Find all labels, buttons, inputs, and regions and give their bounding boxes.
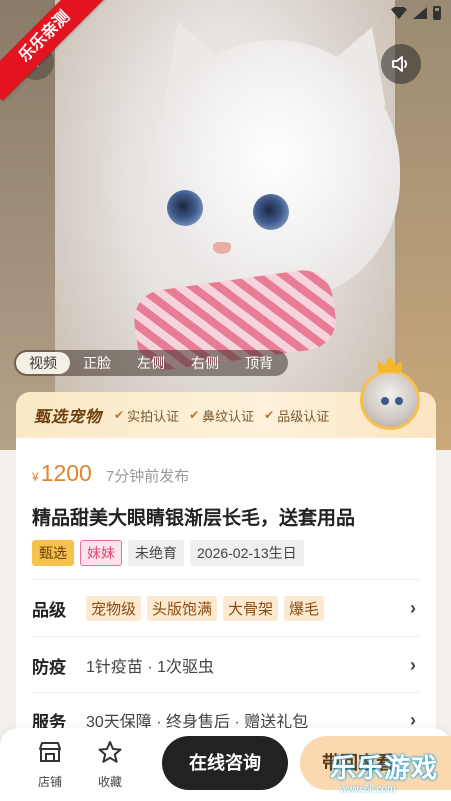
cat-nose xyxy=(213,242,231,254)
tag-selected: 甄选 xyxy=(32,540,74,566)
avatar-eye xyxy=(395,397,403,405)
listing-title: 精品甜美大眼睛银渐层长毛，送套用品 xyxy=(32,508,356,529)
row-label: 防疫 xyxy=(32,657,66,677)
tag-list: 甄选 妹妹 未绝育 2026-02-13生日 xyxy=(32,540,304,566)
signal-icon xyxy=(413,7,427,19)
quality-tag: 头版饱满 xyxy=(147,595,218,621)
quality-row[interactable]: 品级 宠物级 头版饱满 大骨架 爆毛 › xyxy=(32,580,420,636)
chevron-right-icon: › xyxy=(410,654,416,675)
cert-grade: ✔ 品级认证 xyxy=(264,406,329,425)
seller-avatar[interactable] xyxy=(358,356,422,430)
consult-button[interactable]: 在线咨询 xyxy=(162,736,288,790)
shop-icon xyxy=(39,742,61,762)
status-bar xyxy=(391,6,441,20)
tag-birthday: 2026-02-13生日 xyxy=(190,540,304,566)
tab-front[interactable]: 正脸 xyxy=(70,352,124,374)
tag-neuter: 未绝育 xyxy=(128,540,184,566)
banner-title: 甄选宠物 xyxy=(34,409,103,426)
speaker-icon xyxy=(392,56,408,72)
cert-photo: ✔ 实拍认证 xyxy=(114,406,179,425)
star-icon xyxy=(98,741,122,763)
avatar-eye xyxy=(381,397,389,405)
vaccine-row[interactable]: 防疫 1针疫苗 · 1次驱虫 › xyxy=(32,637,420,693)
watermark-logo: 乐乐游戏 xyxy=(330,753,439,783)
kitten-photo xyxy=(55,0,410,450)
avatar xyxy=(360,370,420,430)
listing-card: ¥ 1200 7分钟前发布 精品甜美大眼睛银渐层长毛，送套用品 甄选 妹妹 未绝… xyxy=(16,438,436,738)
cert-label: 实拍认证 xyxy=(127,408,180,424)
currency-symbol: ¥ xyxy=(32,470,39,484)
cat-eye-left xyxy=(167,190,203,226)
tab-left[interactable]: 左侧 xyxy=(124,352,178,374)
cat-eye-right xyxy=(253,194,289,230)
crown-icon xyxy=(378,356,402,372)
watermark-url: www.6ll.com xyxy=(340,784,396,795)
check-icon: ✔ xyxy=(264,408,275,422)
favorite-button[interactable]: 收藏 xyxy=(88,740,132,790)
tab-video[interactable]: 视频 xyxy=(16,352,70,374)
cert-label: 品级认证 xyxy=(277,408,330,424)
cert-noseprint: ✔ 鼻纹认证 xyxy=(189,406,254,425)
media-tab-bar: 视频 正脸 左侧 右侧 顶背 xyxy=(14,350,288,376)
sound-toggle-button[interactable] xyxy=(381,44,421,84)
quality-tag: 宠物级 xyxy=(86,595,142,621)
row-label: 品级 xyxy=(32,600,66,620)
quality-tags: 宠物级 头版饱满 大骨架 爆毛 xyxy=(86,595,410,621)
cat-head xyxy=(150,40,400,300)
cert-label: 鼻纹认证 xyxy=(202,408,255,424)
quality-tag: 爆毛 xyxy=(284,595,325,621)
tag-gender: 妹妹 xyxy=(80,540,122,566)
posted-time: 7分钟前发布 xyxy=(105,468,190,485)
check-icon: ✔ xyxy=(114,408,125,422)
shop-label: 店铺 xyxy=(37,775,62,789)
vaccine-text: 1针疫苗 · 1次驱虫 xyxy=(86,659,215,676)
price: 1200 xyxy=(40,460,92,486)
wifi-icon xyxy=(391,7,407,19)
favorite-label: 收藏 xyxy=(97,775,122,789)
quality-tag: 大骨架 xyxy=(223,595,279,621)
chevron-right-icon: › xyxy=(410,597,416,618)
tab-right[interactable]: 右侧 xyxy=(178,352,232,374)
check-icon: ✔ xyxy=(189,408,200,422)
price-row: ¥ 1200 7分钟前发布 xyxy=(32,460,189,487)
tab-top-back[interactable]: 顶背 xyxy=(232,352,286,374)
shop-button[interactable]: 店铺 xyxy=(28,740,72,790)
battery-icon xyxy=(433,6,441,20)
